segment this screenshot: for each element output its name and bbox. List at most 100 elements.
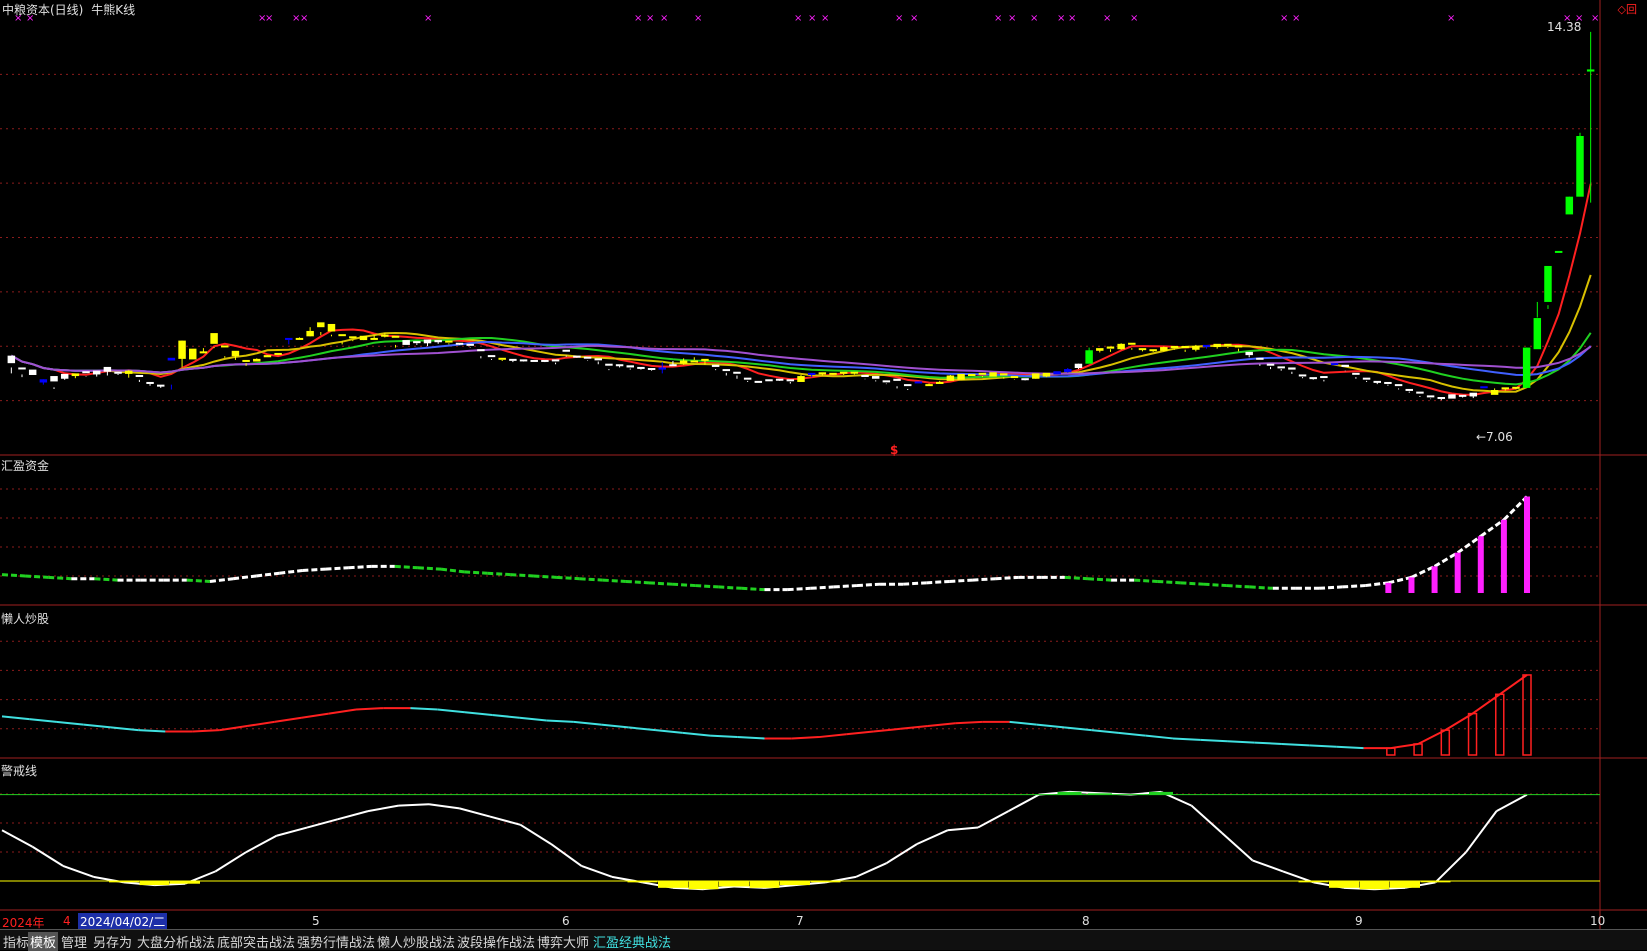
tab-manage[interactable]: 管理 bbox=[59, 932, 89, 951]
cursor-date-box: 2024/04/02/二 bbox=[78, 913, 168, 930]
candle-body bbox=[861, 374, 869, 377]
candle-body bbox=[594, 358, 602, 361]
indicator-segment bbox=[25, 574, 49, 579]
grid-lines bbox=[0, 73, 1600, 882]
candle-body bbox=[1192, 345, 1200, 350]
cross-marker: × bbox=[646, 13, 654, 24]
candle-body bbox=[1128, 342, 1136, 345]
tab-indicator[interactable]: 指标 bbox=[1, 932, 31, 951]
indicator-segment bbox=[1309, 744, 1337, 748]
tab-template[interactable]: 模板 bbox=[28, 932, 59, 951]
oversold-fill bbox=[170, 880, 200, 884]
indicator-segment bbox=[279, 569, 303, 575]
lazy-box bbox=[1386, 747, 1396, 756]
candle-body bbox=[1117, 343, 1125, 350]
indicator-segment bbox=[301, 712, 329, 719]
indicator-segment bbox=[394, 564, 418, 570]
indicator-segment bbox=[1, 715, 30, 721]
strategy-toolbar: 指标 模板 管理 另存为 大盘分析战法 底部突击战法 强势行情战法 懒人炒股战法… bbox=[0, 929, 1647, 951]
oversold-fill bbox=[627, 880, 658, 883]
candle-body bbox=[765, 379, 773, 382]
candle-body bbox=[221, 345, 229, 348]
indicator-segment bbox=[1342, 584, 1366, 589]
cross-marker: × bbox=[1292, 13, 1300, 24]
candle-body bbox=[1501, 387, 1510, 390]
candle-body bbox=[903, 384, 912, 387]
candle-body bbox=[690, 360, 699, 363]
indicator-segment bbox=[581, 864, 613, 878]
candle-body bbox=[1576, 136, 1584, 197]
cross-marker: × bbox=[821, 13, 829, 24]
candle-body bbox=[381, 334, 389, 337]
candle-body bbox=[423, 339, 432, 344]
candle-body bbox=[50, 376, 58, 382]
oversold-fill bbox=[1359, 880, 1390, 890]
price-low-label: ←7.06 bbox=[1476, 430, 1513, 444]
axis-month: 8 bbox=[1082, 914, 1090, 928]
candle-body bbox=[1298, 374, 1307, 377]
indicator-segment bbox=[833, 584, 858, 589]
tab-lazy-trading[interactable]: 懒人炒股战法 bbox=[375, 932, 457, 951]
indicator-segment bbox=[977, 810, 1009, 829]
lazy-box bbox=[1413, 743, 1423, 756]
indicator-segment bbox=[1433, 551, 1459, 568]
indicator-segment bbox=[1318, 585, 1343, 590]
indicator-segment bbox=[245, 834, 277, 854]
tab-save-as[interactable]: 另存为 bbox=[91, 932, 134, 951]
candle-body bbox=[605, 363, 613, 366]
candle-body bbox=[327, 323, 336, 332]
candle-body bbox=[925, 384, 933, 387]
indicator-segment bbox=[916, 829, 948, 845]
candle-body bbox=[807, 372, 816, 375]
candle-body bbox=[18, 367, 26, 370]
indicator-segment bbox=[1118, 731, 1146, 737]
candle-body bbox=[1362, 377, 1371, 380]
indicator-segment bbox=[579, 577, 603, 582]
indicator-segment bbox=[1496, 793, 1528, 812]
oversold-fill bbox=[780, 880, 810, 886]
indicator-segment bbox=[1281, 742, 1310, 747]
tab-swing-trading[interactable]: 波段操作战法 bbox=[455, 932, 537, 951]
cross-marker: × bbox=[1068, 13, 1076, 24]
lazy-box bbox=[1495, 693, 1505, 756]
oversold-fill bbox=[1329, 880, 1359, 888]
candle-body bbox=[1053, 371, 1061, 375]
oversold-fill bbox=[658, 880, 688, 888]
candle-body bbox=[1245, 351, 1253, 356]
candle-body bbox=[1394, 384, 1403, 387]
candle-body bbox=[103, 366, 112, 372]
candle-body bbox=[445, 340, 453, 343]
indicator-segment bbox=[628, 726, 656, 732]
candle-body bbox=[658, 367, 667, 370]
candle-body bbox=[1010, 376, 1019, 379]
stock-chart[interactable]: × × ×× × × × × × × × × × × × × × × × × × × × × × × × × × bbox=[0, 0, 1647, 929]
indicator-segment bbox=[1388, 575, 1412, 585]
indicator-segment bbox=[791, 736, 820, 740]
indicator-segment bbox=[138, 729, 166, 733]
candle-body bbox=[989, 372, 997, 377]
candle-body bbox=[391, 335, 400, 338]
tab-strong-trend[interactable]: 强势行情战法 bbox=[295, 932, 377, 951]
tab-game-master[interactable]: 博弈大师 bbox=[535, 932, 591, 951]
corner-icons[interactable]: ◇回 bbox=[1618, 1, 1637, 17]
indicator-segment bbox=[846, 730, 874, 736]
candle-body bbox=[487, 355, 496, 358]
indicator-segment bbox=[947, 826, 979, 832]
tab-market-analysis[interactable]: 大盘分析战法 bbox=[135, 932, 217, 951]
cross-marker: × bbox=[265, 13, 273, 24]
candle-body bbox=[274, 352, 282, 355]
indicator-segment bbox=[29, 718, 57, 723]
candle-body bbox=[285, 337, 293, 340]
indicator-segment bbox=[1252, 859, 1284, 873]
cross-marker: × bbox=[895, 13, 903, 24]
indicator-segment bbox=[1254, 741, 1282, 745]
tab-bottom-attack[interactable]: 底部突击战法 bbox=[215, 932, 297, 951]
oversold-fill bbox=[1420, 880, 1451, 883]
candle-body bbox=[1234, 345, 1243, 348]
indicator-segment bbox=[900, 725, 928, 730]
indicator-segment bbox=[625, 579, 650, 585]
tab-huiying-classic[interactable]: 汇盈经典战法 bbox=[591, 932, 673, 951]
indicator-segment bbox=[437, 708, 466, 714]
candle-body bbox=[1170, 345, 1179, 348]
indicator-segment bbox=[276, 826, 308, 837]
